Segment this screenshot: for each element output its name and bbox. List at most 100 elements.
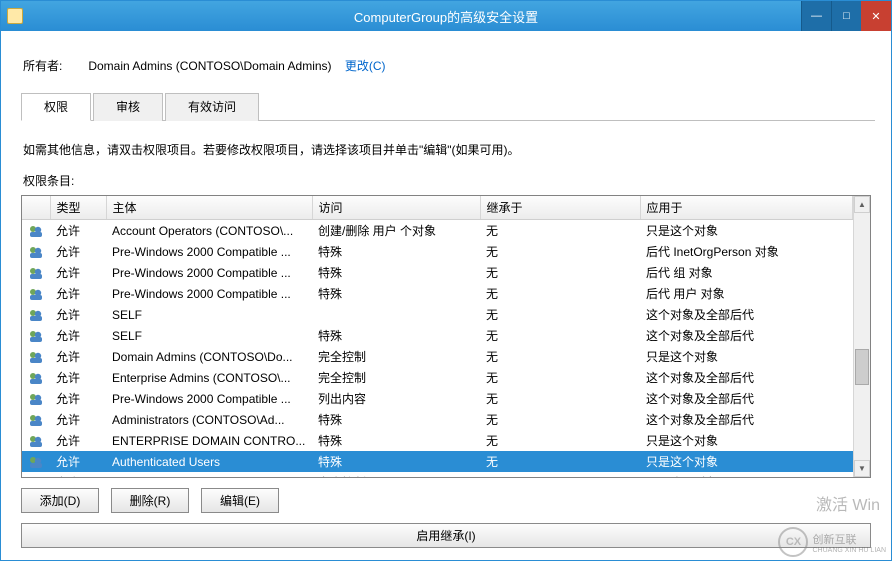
cell-type: 允许: [50, 388, 106, 409]
cell-applies: 只是这个对象: [640, 472, 853, 477]
advanced-security-window: ComputerGroup的高级安全设置 — □ ✕ 所有者: Domain A…: [0, 0, 892, 561]
content-area: 所有者: Domain Admins (CONTOSO\Domain Admin…: [1, 31, 891, 560]
vertical-scrollbar[interactable]: ▲ ▼: [853, 196, 870, 477]
cell-applies: 只是这个对象: [640, 451, 853, 472]
cell-access: 创建/删除 用户 个对象: [312, 220, 480, 242]
cell-applies: 这个对象及全部后代: [640, 388, 853, 409]
owner-value: Domain Admins (CONTOSO\Domain Admins): [88, 59, 331, 73]
table-row[interactable]: 允许Pre-Windows 2000 Compatible ...特殊无后代 用…: [22, 283, 853, 304]
cell-principal: Account Operators (CONTOSO\...: [106, 220, 312, 242]
cell-principal: Pre-Windows 2000 Compatible ...: [106, 262, 312, 283]
titlebar[interactable]: ComputerGroup的高级安全设置 — □ ✕: [1, 1, 891, 31]
scroll-track[interactable]: [854, 213, 870, 460]
cell-principal: Enterprise Admins (CONTOSO\...: [106, 367, 312, 388]
minimize-button[interactable]: —: [801, 1, 831, 31]
cell-inherited: 无: [480, 346, 640, 367]
group-icon: [28, 433, 44, 449]
scroll-up-arrow[interactable]: ▲: [854, 196, 870, 213]
scroll-thumb[interactable]: [855, 349, 869, 385]
cell-inherited: 无: [480, 451, 640, 472]
cell-principal: Domain Admins (CONTOSO\Do...: [106, 346, 312, 367]
edit-button[interactable]: 编辑(E): [201, 488, 279, 513]
info-text: 如需其他信息，请双击权限项目。若要修改权限项目，请选择该项目并单击"编辑"(如果…: [17, 121, 875, 172]
cell-type: 允许: [50, 430, 106, 451]
cell-principal: Pre-Windows 2000 Compatible ...: [106, 283, 312, 304]
cell-access: 特殊: [312, 451, 480, 472]
table-row[interactable]: 允许Pre-Windows 2000 Compatible ...特殊无后代 组…: [22, 262, 853, 283]
tab-effective-access[interactable]: 有效访问: [165, 93, 259, 121]
table-row[interactable]: 允许SYSTEM完全控制无只是这个对象: [22, 472, 853, 477]
cell-inherited: 无: [480, 409, 640, 430]
group-icon: [28, 265, 44, 281]
cell-applies: 这个对象及全部后代: [640, 367, 853, 388]
table-row[interactable]: 允许Administrators (CONTOSO\Ad...特殊无这个对象及全…: [22, 409, 853, 430]
group-icon: [28, 454, 44, 470]
col-inherited[interactable]: 继承于: [480, 196, 640, 220]
col-icon[interactable]: [22, 196, 50, 220]
cell-type: 允许: [50, 283, 106, 304]
cell-access: 特殊: [312, 430, 480, 451]
group-icon: [28, 475, 44, 478]
enable-inherit-button[interactable]: 启用继承(I): [21, 523, 871, 548]
cell-inherited: 无: [480, 367, 640, 388]
cell-applies: 只是这个对象: [640, 220, 853, 242]
close-button[interactable]: ✕: [861, 1, 891, 31]
cell-principal: SYSTEM: [106, 472, 312, 477]
window-icon: [7, 8, 23, 24]
cell-access: 特殊: [312, 262, 480, 283]
scroll-down-arrow[interactable]: ▼: [854, 460, 870, 477]
table-row[interactable]: 允许Pre-Windows 2000 Compatible ...列出内容无这个…: [22, 388, 853, 409]
table-row[interactable]: 允许Authenticated Users特殊无只是这个对象: [22, 451, 853, 472]
window-title: ComputerGroup的高级安全设置: [354, 7, 538, 26]
remove-button[interactable]: 删除(R): [111, 488, 189, 513]
cell-access: 特殊: [312, 241, 480, 262]
cell-inherited: 无: [480, 325, 640, 346]
maximize-button[interactable]: □: [831, 1, 861, 31]
group-icon: [28, 286, 44, 302]
cell-type: 允许: [50, 346, 106, 367]
cell-type: 允许: [50, 262, 106, 283]
cell-principal: SELF: [106, 304, 312, 325]
group-icon: [28, 412, 44, 428]
col-type[interactable]: 类型: [50, 196, 106, 220]
owner-label: 所有者:: [23, 57, 85, 74]
cell-inherited: 无: [480, 388, 640, 409]
tabs: 权限 审核 有效访问: [21, 92, 875, 121]
cell-inherited: 无: [480, 283, 640, 304]
col-principal[interactable]: 主体: [106, 196, 312, 220]
table-row[interactable]: 允许Account Operators (CONTOSO\...创建/删除 用户…: [22, 220, 853, 242]
cell-principal: ENTERPRISE DOMAIN CONTRO...: [106, 430, 312, 451]
cell-principal: Authenticated Users: [106, 451, 312, 472]
window-buttons: — □ ✕: [801, 1, 891, 31]
cell-access: 特殊: [312, 325, 480, 346]
group-icon: [28, 349, 44, 365]
cell-applies: 只是这个对象: [640, 346, 853, 367]
cell-inherited: 无: [480, 220, 640, 242]
group-icon: [28, 244, 44, 260]
table-row[interactable]: 允许SELF特殊无这个对象及全部后代: [22, 325, 853, 346]
permissions-table-wrap: 类型 主体 访问 继承于 应用于 允许Account Operators (CO…: [21, 195, 871, 478]
cell-applies: 这个对象及全部后代: [640, 304, 853, 325]
buttons-row: 添加(D) 删除(R) 编辑(E): [17, 478, 875, 519]
table-row[interactable]: 允许SELF无这个对象及全部后代: [22, 304, 853, 325]
tab-permissions[interactable]: 权限: [21, 93, 91, 121]
cell-type: 允许: [50, 472, 106, 477]
cell-inherited: 无: [480, 304, 640, 325]
cell-principal: Pre-Windows 2000 Compatible ...: [106, 388, 312, 409]
table-row[interactable]: 允许ENTERPRISE DOMAIN CONTRO...特殊无只是这个对象: [22, 430, 853, 451]
change-owner-link[interactable]: 更改(C): [345, 59, 386, 73]
cell-access: 特殊: [312, 283, 480, 304]
permissions-table-scroll: 类型 主体 访问 继承于 应用于 允许Account Operators (CO…: [22, 196, 853, 477]
table-row[interactable]: 允许Pre-Windows 2000 Compatible ...特殊无后代 I…: [22, 241, 853, 262]
cell-access: 完全控制: [312, 367, 480, 388]
table-row[interactable]: 允许Enterprise Admins (CONTOSO\...完全控制无这个对…: [22, 367, 853, 388]
cell-principal: Administrators (CONTOSO\Ad...: [106, 409, 312, 430]
col-access[interactable]: 访问: [312, 196, 480, 220]
col-applies[interactable]: 应用于: [640, 196, 853, 220]
add-button[interactable]: 添加(D): [21, 488, 99, 513]
table-row[interactable]: 允许Domain Admins (CONTOSO\Do...完全控制无只是这个对…: [22, 346, 853, 367]
cell-applies: 只是这个对象: [640, 430, 853, 451]
group-icon: [28, 223, 44, 239]
cell-applies: 后代 InetOrgPerson 对象: [640, 241, 853, 262]
tab-auditing[interactable]: 审核: [93, 93, 163, 121]
